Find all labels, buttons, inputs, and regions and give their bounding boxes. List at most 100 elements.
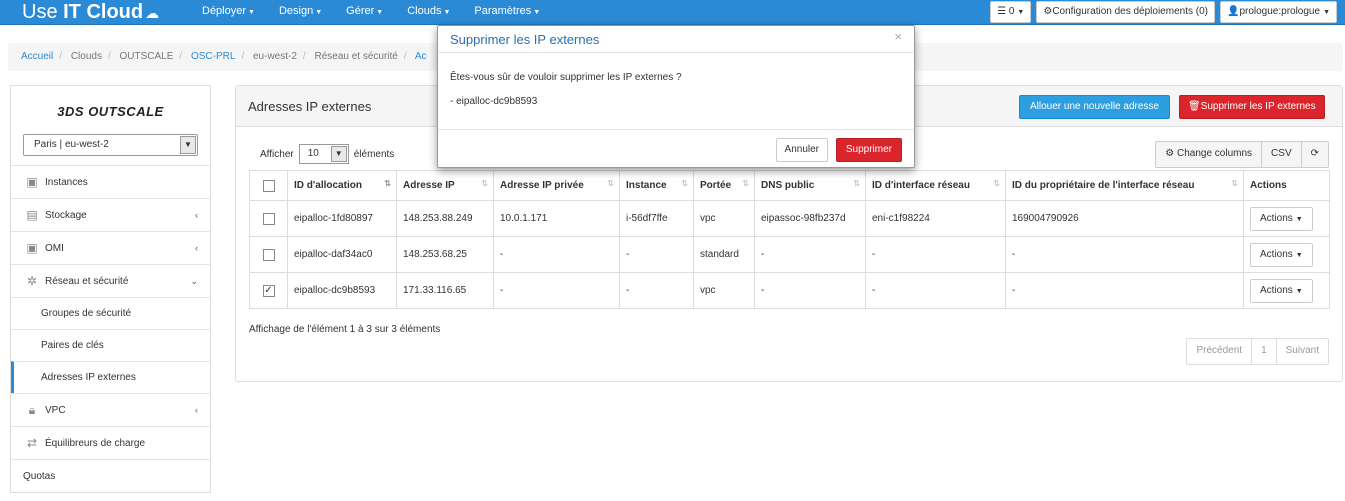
cell-instance: i-56df7ffe — [619, 200, 694, 237]
breadcrumb-current[interactable]: Ac — [415, 51, 427, 62]
csv-button[interactable]: CSV — [1261, 142, 1301, 167]
sidebar-item-label: VPC — [45, 404, 66, 416]
region-select-value: Paris | eu-west-2 — [34, 139, 109, 150]
caret-down-icon: ▼ — [1295, 287, 1303, 295]
sidebar-item-stockage[interactable]: ▤ Stockage ‹ — [11, 198, 210, 231]
sidebar-item-omi[interactable]: ▣ OMI ‹ — [11, 231, 210, 264]
breadcrumb-osc-prl[interactable]: OSC-PRL — [191, 51, 235, 62]
menu-parametres-label: Paramètres — [474, 5, 532, 17]
caret-down-icon: ▼ — [376, 9, 384, 16]
sidebar-item-equilibreurs[interactable]: ⇄ Équilibreurs de charge — [11, 426, 210, 459]
modal-header: Supprimer les IP externes × — [438, 26, 914, 53]
table-row: eipalloc-1fd80897 148.253.88.249 10.0.1.… — [249, 200, 1330, 237]
provider-logo-area: 3DS OUTSCALE — [11, 86, 210, 129]
column-header-label: Instance — [626, 180, 667, 191]
pagination-page-1[interactable]: 1 — [1251, 339, 1276, 364]
sidebar-item-label: Paires de clés — [41, 340, 104, 351]
menu-parametres[interactable]: Paramètres ▼ — [474, 0, 540, 25]
sidebar-item-reseau[interactable]: ✲ Réseau et sécurité ⌄ — [11, 264, 210, 297]
sidebar-item-quotas[interactable]: Quotas — [11, 459, 210, 492]
row-actions-button[interactable]: Actions ▼ — [1250, 278, 1313, 303]
sidebar-item-instances[interactable]: ▣ Instances — [11, 165, 210, 198]
sidebar-item-paires-cles[interactable]: Paires de clés — [11, 329, 210, 361]
col-interface-owner[interactable]: ID du propriétaire de l'interface réseau… — [1005, 170, 1244, 201]
pagination-previous[interactable]: Précédent — [1187, 339, 1251, 364]
col-scope[interactable]: Portée ⇅ — [693, 170, 755, 201]
select-all-checkbox[interactable] — [262, 179, 275, 192]
row-checkbox[interactable] — [262, 248, 275, 261]
col-private-ip[interactable]: Adresse IP privée ⇅ — [493, 170, 620, 201]
gear-icon: ⚙ — [1165, 148, 1175, 159]
sidebar-item-label: OMI — [45, 242, 64, 254]
menu-design[interactable]: Design ▼ — [279, 0, 322, 25]
col-allocation-id[interactable]: ID d'allocation ⇅ — [287, 170, 397, 201]
pagination-next[interactable]: Suivant — [1275, 339, 1328, 364]
select-all-header — [249, 170, 288, 201]
show-label: Afficher — [260, 148, 294, 160]
cell-private-ip: - — [493, 272, 620, 309]
row-actions-button[interactable]: Actions ▼ — [1250, 206, 1313, 231]
cell-allocation-id: eipalloc-daf34ac0 — [287, 236, 397, 273]
region-select[interactable]: Paris | eu-west-2 ▼ — [23, 134, 198, 156]
modal-body: Êtes-vous sûr de vouloir supprimer les I… — [438, 53, 914, 130]
menu-design-label: Design — [278, 5, 314, 17]
sidebar-item-vpc[interactable]: 🔒︎ VPC ‹ — [11, 393, 210, 426]
menu-gerer[interactable]: Gérer ▼ — [346, 0, 383, 25]
panel-title: Adresses IP externes — [248, 99, 372, 114]
refresh-button[interactable]: ⟳ — [1300, 142, 1328, 167]
user-label: prologue:prologue — [1239, 6, 1321, 17]
row-select-cell: ✓ — [249, 272, 288, 309]
cell-ip-address: 148.253.88.249 — [396, 200, 494, 237]
chip-icon: ▣ — [26, 175, 38, 189]
cell-actions: Actions ▼ — [1243, 272, 1330, 309]
sort-icon: ⇅ — [1231, 179, 1238, 188]
brand-bold: IT Cloud — [63, 1, 144, 23]
elements-label: éléments — [353, 148, 395, 160]
actions-label: Actions — [1260, 212, 1293, 224]
delete-ips-button[interactable]: 🗑︎Supprimer les IP externes — [1179, 95, 1325, 119]
row-checkbox[interactable] — [262, 212, 275, 225]
col-instance[interactable]: Instance ⇅ — [619, 170, 694, 201]
row-checkbox-checked[interactable]: ✓ — [262, 284, 275, 297]
menu-deployer[interactable]: Déployer ▼ — [202, 0, 255, 25]
col-network-interface[interactable]: ID d'interface réseau ⇅ — [865, 170, 1006, 201]
cell-instance: - — [619, 236, 694, 273]
trash-icon: 🗑︎ — [1188, 101, 1201, 112]
sidebar-item-groupes-securite[interactable]: Groupes de sécurité — [11, 297, 210, 329]
allocate-address-button[interactable]: Allouer une nouvelle adresse — [1019, 95, 1170, 119]
sidebar-nav: ▣ Instances ▤ Stockage ‹ ▣ OMI ‹ ✲ Réseau et s… — [11, 165, 210, 492]
cell-interface-owner: - — [1005, 236, 1244, 273]
cancel-button[interactable]: Annuler — [775, 138, 828, 162]
col-public-dns[interactable]: DNS public ⇅ — [754, 170, 866, 201]
select-arrow-icon: ▼ — [330, 146, 347, 162]
breadcrumb-accueil[interactable]: Accueil — [21, 51, 53, 62]
refresh-icon: ⟳ — [1310, 148, 1319, 159]
confirm-delete-button[interactable]: Supprimer — [835, 138, 902, 162]
modal-footer: Annuler Supprimer — [438, 130, 914, 168]
sidebar-item-adresses-ip[interactable]: Adresses IP externes — [11, 361, 210, 393]
jobs-button[interactable]: ☰ 0 ▼ — [990, 1, 1032, 23]
cell-private-ip: 10.0.1.171 — [493, 200, 620, 237]
actions-label: Actions — [1260, 284, 1293, 296]
column-header-label: DNS public — [761, 180, 815, 191]
col-ip-address[interactable]: Adresse IP ⇅ — [396, 170, 494, 201]
menu-clouds[interactable]: Clouds ▼ — [407, 0, 450, 25]
row-select-cell — [249, 236, 288, 273]
cell-scope: vpc — [693, 200, 755, 237]
row-actions-button[interactable]: Actions ▼ — [1250, 242, 1313, 267]
page-length-select[interactable]: 10 ▼ — [298, 144, 349, 164]
user-menu-button[interactable]: 👤prologue:prologue ▼ — [1219, 1, 1337, 23]
close-icon[interactable]: × — [894, 28, 902, 46]
caret-down-icon: ▼ — [1017, 9, 1025, 16]
cell-private-ip: - — [493, 236, 620, 273]
change-columns-button[interactable]: ⚙ Change columns — [1156, 142, 1261, 167]
deployment-config-button[interactable]: ⚙Configuration des déploiements (0) — [1036, 1, 1215, 23]
sort-asc-icon: ⇅ — [384, 179, 391, 188]
column-header-label: Adresse IP privée — [500, 180, 584, 191]
caret-down-icon: ▼ — [315, 9, 323, 16]
jobs-count: 0 — [1008, 6, 1015, 17]
breadcrumb-separator: / — [241, 51, 245, 62]
breadcrumb-outscale: OUTSCALE — [119, 51, 174, 62]
cell-interface-owner: 169004790926 — [1005, 200, 1244, 237]
brand-logo[interactable]: Use IT Cloud ☁ — [22, 0, 159, 25]
